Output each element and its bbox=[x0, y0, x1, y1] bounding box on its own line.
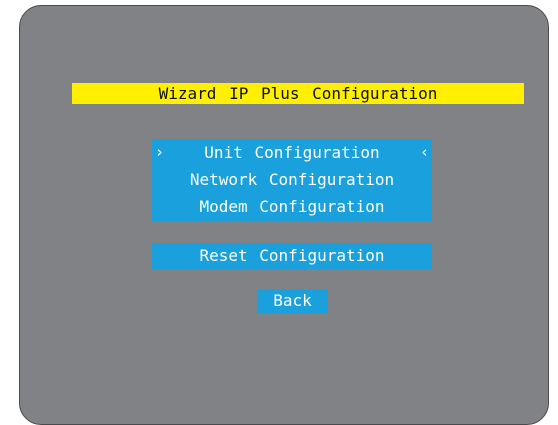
back-button[interactable]: Back bbox=[257, 289, 328, 313]
menu-item-network-configuration[interactable]: Network Configuration bbox=[152, 166, 432, 193]
menu-item-unit-configuration[interactable]: › Unit Configuration ‹ bbox=[152, 139, 432, 166]
menu-item-label: Modem Configuration bbox=[199, 197, 385, 216]
chevron-left-icon: ‹ bbox=[419, 143, 429, 161]
menu-item-label: Unit Configuration bbox=[204, 143, 380, 162]
menu-item-label: Network Configuration bbox=[189, 170, 395, 189]
reset-configuration-button[interactable]: Reset Configuration bbox=[152, 243, 432, 269]
page-title: Wizard IP Plus Configuration bbox=[72, 83, 524, 104]
chevron-right-icon: › bbox=[155, 143, 165, 161]
menu-item-modem-configuration[interactable]: Modem Configuration bbox=[152, 193, 432, 220]
config-menu: › Unit Configuration ‹ Network Configura… bbox=[152, 139, 432, 221]
